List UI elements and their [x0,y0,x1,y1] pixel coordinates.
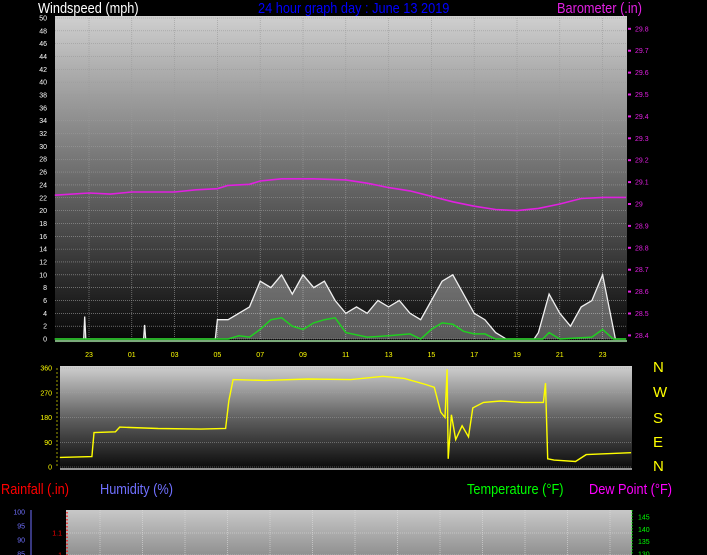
rainfall-tick-label: 1.1 [52,531,62,538]
hour-tick-label: 01 [128,352,136,359]
hour-tick-label: 05 [214,352,222,359]
barometer-tick [628,334,631,337]
humidity-tick-label: 100 [13,510,25,517]
temperature-tick-label: 130 [638,551,650,555]
direction-tick-label: 0 [48,465,52,472]
barometer-tick [628,290,631,293]
lower-plot-area [66,510,632,555]
barometer-tick [628,49,631,52]
windspeed-tick-label: 18 [39,221,47,228]
weather-charts: 0246810121416182022242628303234363840424… [13,16,650,555]
barometer-tick-label: 29.7 [635,48,649,55]
barometer-tick [628,159,631,162]
windspeed-tick-label: 40 [39,80,47,87]
windspeed-tick-label: 10 [39,272,47,279]
windspeed-tick-label: 36 [39,105,47,112]
barometer-tick-label: 28.6 [635,289,649,296]
windspeed-tick-label: 30 [39,144,47,151]
barometer-tick-label: 28.4 [635,333,649,340]
barometer-tick [628,93,631,96]
temperature-tick-label: 145 [638,515,650,522]
hour-tick-label: 11 [342,352,349,359]
windspeed-tick-label: 38 [39,93,47,100]
windspeed-tick-label: 34 [39,118,47,125]
barometer-tick-label: 29.2 [635,158,649,165]
humidity-tick-label: 90 [17,538,25,545]
windspeed-tick-label: 46 [39,41,47,48]
barometer-tick-label: 28.5 [635,311,649,318]
barometer-tick [628,137,631,140]
barometer-tick-label: 29.6 [635,70,649,77]
temperature-tick-label: 135 [638,539,650,546]
barometer-tick-label: 28.7 [635,267,649,274]
barometer-tick-label: 28.9 [635,223,649,230]
barometer-tick-label: 28.8 [635,245,649,252]
hour-tick-label: 19 [513,352,521,359]
hour-tick-label: 15 [428,352,436,359]
direction-tick-label: 90 [44,440,52,447]
windspeed-tick-label: 2 [43,324,47,331]
windspeed-tick-label: 42 [39,67,47,74]
humidity-tick-label: 95 [17,524,25,531]
windspeed-tick-label: 32 [39,131,47,138]
windspeed-tick-label: 44 [39,54,47,61]
barometer-tick [628,268,631,271]
windspeed-tick-label: 22 [39,195,47,202]
hour-tick-label: 23 [85,352,93,359]
barometer-tick-label: 29.8 [635,26,649,33]
hour-tick-label: 23 [599,352,607,359]
barometer-tick-label: 29.4 [635,114,649,121]
hour-tick-label: 17 [470,352,478,359]
barometer-tick [628,115,631,118]
windspeed-tick-label: 50 [39,16,47,23]
barometer-tick [628,246,631,249]
windspeed-tick-label: 26 [39,170,47,177]
windspeed-tick-label: 28 [39,157,47,164]
hour-tick-label: 07 [256,352,264,359]
barometer-tick-label: 29 [635,202,643,209]
windspeed-tick-label: 12 [39,259,47,266]
hour-tick-label: 09 [299,352,307,359]
windspeed-tick-label: 8 [43,285,47,292]
barometer-tick [628,312,631,315]
windspeed-tick-label: 6 [43,298,47,305]
barometer-tick-label: 29.1 [635,180,649,187]
barometer-tick [628,71,631,74]
windspeed-tick-label: 16 [39,234,47,241]
barometer-tick [628,224,631,227]
direction-tick-label: 360 [40,366,52,373]
windspeed-tick-label: 14 [39,247,47,254]
windspeed-tick-label: 48 [39,28,47,35]
windspeed-tick-label: 24 [39,182,47,189]
barometer-tick [628,203,631,205]
hour-tick-label: 13 [385,352,393,359]
barometer-tick-label: 29.3 [635,136,649,143]
hour-tick-label: 03 [171,352,179,359]
windspeed-tick-label: 4 [43,311,47,318]
windspeed-tick-label: 20 [39,208,47,215]
direction-tick-label: 180 [40,415,52,422]
barometer-tick-label: 29.5 [635,92,649,99]
humidity-tick-label: 85 [17,552,25,555]
temperature-tick-label: 140 [638,527,650,534]
barometer-tick [628,181,631,184]
windspeed-tick-label: 0 [43,337,47,344]
barometer-tick [628,27,631,30]
direction-tick-label: 270 [40,390,52,397]
hour-tick-label: 21 [556,352,564,359]
